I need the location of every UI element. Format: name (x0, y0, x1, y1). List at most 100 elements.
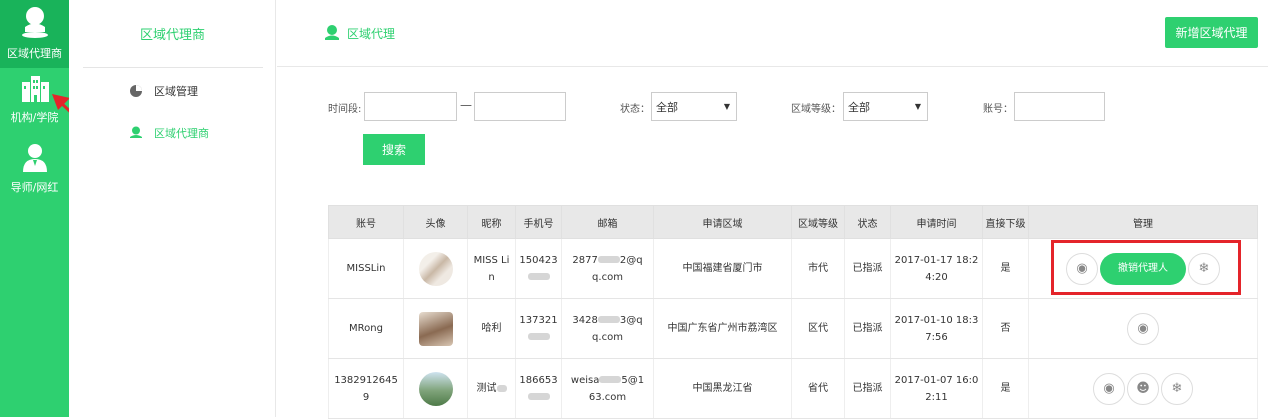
email-cell: 3428 3@q q.com (561, 298, 654, 359)
email-text: 2@q (619, 254, 643, 266)
email-text: 63.com (588, 391, 627, 403)
building-icon (21, 76, 49, 102)
account-cell: MISSLin (328, 238, 404, 299)
table-wrapper: 账号 头像 昵称 手机号 邮箱 申请区域 区域等级 状态 申请时间 直接下级 管… (277, 0, 1268, 419)
redaction-blur (597, 316, 620, 323)
email-cell: 2877 2@q q.com (561, 238, 654, 299)
email-text: 3428 (572, 314, 598, 326)
avatar-cell (403, 358, 468, 419)
sub-item-region-management[interactable]: 区域管理 (129, 83, 198, 99)
phone-cell: 137321 (515, 298, 562, 359)
manage-cell: ◉ (1028, 298, 1258, 359)
agents-table: 账号 头像 昵称 手机号 邮箱 申请区域 区域等级 状态 申请时间 直接下级 管… (328, 205, 1258, 419)
avatar-cell (403, 238, 468, 299)
avatar (418, 371, 453, 406)
avatar-cell (403, 298, 468, 359)
nav-item-tutor[interactable]: 导师/网红 (0, 142, 69, 202)
column-header: 申请区域 (653, 205, 792, 239)
phone-text: 150423 (519, 254, 558, 266)
time-text: 2017-01-17 18:2 (894, 254, 979, 266)
assign-user-icon[interactable]: ☻ (1127, 372, 1159, 405)
phone-text: 186653 (519, 374, 558, 386)
time-text: 4:20 (925, 271, 948, 283)
sub-item-regional-agent[interactable]: 区域代理商 (129, 125, 209, 141)
account-text: 9 (362, 391, 370, 403)
table-row: 1382912645 9 测试 186653 weisa 5@1 63.com 中国黑… (328, 358, 1258, 419)
sub-nav: 区域代理商 区域管理 区域代理商 (69, 0, 276, 417)
manage-cell: ◉ ☻ ❄ (1028, 358, 1258, 419)
level-cell: 省代 (791, 358, 845, 419)
time-cell: 2017-01-17 18:2 4:20 (890, 238, 983, 299)
pie-chart-icon (130, 85, 142, 97)
redaction-blur (599, 376, 622, 383)
nav-item-institution[interactable]: 机构/学院 (0, 74, 69, 134)
region-cell: 中国黑龙江省 (653, 358, 792, 419)
person-icon (22, 144, 47, 172)
column-header: 直接下级 (982, 205, 1029, 239)
redaction-blur (527, 393, 550, 400)
column-header: 状态 (844, 205, 891, 239)
column-header: 昵称 (467, 205, 516, 239)
time-cell: 2017-01-07 16:0 2:11 (890, 358, 983, 419)
sub-item-label: 区域管理 (154, 85, 198, 98)
view-eye-icon[interactable]: ◉ (1093, 372, 1125, 405)
column-header: 账号 (328, 205, 404, 239)
nickname-cell: MISS Li n (467, 238, 516, 299)
sub-nav-title: 区域代理商 (139, 28, 205, 43)
column-header: 头像 (403, 205, 468, 239)
column-header: 手机号 (515, 205, 562, 239)
status-cell: 已指派 (844, 298, 891, 359)
time-text: 2017-01-07 16:0 (894, 374, 979, 386)
time-text: 7:56 (925, 331, 948, 343)
column-header: 管理 (1028, 205, 1258, 239)
nickname-text: 测试 (476, 383, 497, 394)
email-text: q.com (592, 331, 623, 343)
region-cell: 中国广东省广州市荔湾区 (653, 298, 792, 359)
level-cell: 区代 (791, 298, 845, 359)
avatar (418, 311, 453, 346)
phone-text: 137321 (519, 314, 558, 326)
account-cell: MRong (328, 298, 404, 359)
column-header: 邮箱 (561, 205, 654, 239)
level-cell: 市代 (791, 238, 845, 299)
nav-item-regional-agent[interactable]: 区域代理商 (0, 0, 69, 68)
redaction-blur (597, 256, 620, 263)
nickname-cell: 测试 (467, 358, 516, 419)
nav-label: 机构/学院 (10, 111, 59, 124)
avatar (418, 251, 453, 286)
table-header-row: 账号 头像 昵称 手机号 邮箱 申请区域 区域等级 状态 申请时间 直接下级 管… (328, 205, 1258, 239)
divider (83, 67, 263, 68)
email-text: 2877 (572, 254, 598, 266)
nav-label: 区域代理商 (7, 47, 62, 60)
email-cell: weisa 5@1 63.com (561, 358, 654, 419)
email-text: weisa (570, 374, 600, 386)
redaction-blur (527, 273, 550, 280)
column-header: 申请时间 (890, 205, 983, 239)
sub-item-label: 区域代理商 (154, 127, 209, 140)
email-text: 5@1 (621, 374, 645, 386)
time-text: 2017-01-10 18:3 (894, 314, 979, 326)
status-cell: 已指派 (844, 358, 891, 419)
direct-cell: 否 (982, 298, 1029, 359)
user-pin-icon (130, 126, 142, 138)
view-eye-icon[interactable]: ◉ (1127, 312, 1159, 345)
column-header: 区域等级 (791, 205, 845, 239)
email-text: q.com (592, 271, 623, 283)
redaction-blur (496, 384, 507, 392)
phone-cell: 186653 (515, 358, 562, 419)
account-cell: 1382912645 9 (328, 358, 404, 419)
phone-cell: 150423 (515, 238, 562, 299)
freeze-snowflake-icon[interactable]: ❄ (1161, 372, 1193, 405)
time-text: 2:11 (925, 391, 948, 403)
nickname-line: n (488, 271, 495, 283)
account-text: 1382912645 (334, 374, 398, 386)
region-cell: 中国福建省厦门市 (653, 238, 792, 299)
nickname-cell: 哈利 (467, 298, 516, 359)
status-cell: 已指派 (844, 238, 891, 299)
nickname-line: MISS Li (473, 254, 510, 266)
nav-label: 导师/网红 (10, 181, 59, 194)
user-pin-icon (21, 7, 48, 38)
redaction-blur (527, 333, 550, 340)
left-nav: 区域代理商 机构/学院 导师/网红 (0, 0, 69, 417)
direct-cell: 是 (982, 358, 1029, 419)
